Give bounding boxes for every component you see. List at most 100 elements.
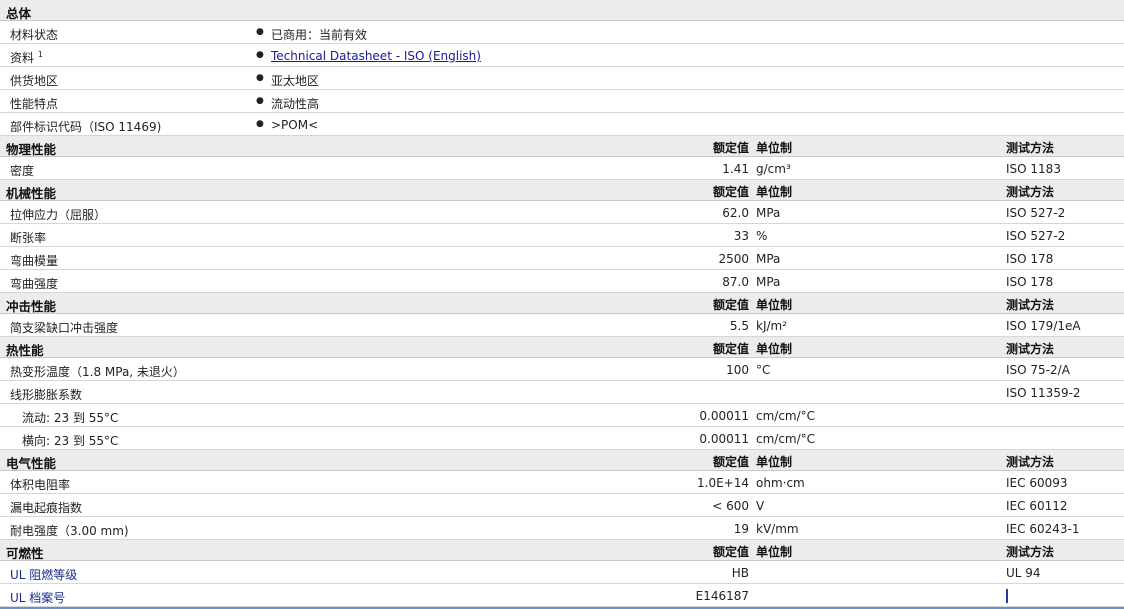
property-label: UL 档案号 bbox=[10, 591, 66, 605]
property-row: 拉伸应力（屈服） 62.0 MPa ISO 527-2 bbox=[0, 201, 1124, 224]
text-cursor bbox=[1006, 589, 1008, 603]
property-unit: °C bbox=[756, 363, 771, 377]
property-row: 漏电起痕指数 < 600 V IEC 60112 bbox=[0, 494, 1124, 517]
column-header-unit: 单位制 bbox=[756, 185, 793, 199]
property-value: HB bbox=[731, 566, 749, 580]
section-title: 机械性能 bbox=[6, 186, 57, 201]
datasheet: 总体 材料状态 ● 已商用：当前有效 资料 1 ● Technical Data… bbox=[0, 0, 1124, 609]
property-value: 流动性高 bbox=[271, 97, 320, 111]
property-unit: kJ/m² bbox=[756, 319, 788, 333]
footnote-marker: 1 bbox=[37, 50, 43, 59]
column-header-unit: 单位制 bbox=[756, 342, 793, 356]
property-value: E146187 bbox=[695, 589, 749, 603]
section-header-flammability: 可燃性 额定值 单位制 测试方法 bbox=[0, 540, 1124, 561]
column-header-value: 额定值 bbox=[712, 185, 749, 199]
property-value: 19 bbox=[733, 522, 749, 536]
property-test-method: ISO 178 bbox=[1006, 275, 1054, 289]
property-test-method: ISO 527-2 bbox=[1006, 229, 1066, 243]
property-row: UL 阻燃等级 HB UL 94 bbox=[0, 561, 1124, 584]
property-unit: cm/cm/°C bbox=[756, 432, 816, 446]
property-unit: MPa bbox=[756, 252, 781, 266]
column-header-value: 额定值 bbox=[712, 298, 749, 312]
property-row: 线形膨胀系数 ISO 11359-2 bbox=[0, 381, 1124, 404]
property-row: 断张率 33 % ISO 527-2 bbox=[0, 224, 1124, 247]
column-header-test: 测试方法 bbox=[1006, 545, 1055, 559]
property-label: 横向: 23 到 55°C bbox=[22, 434, 119, 448]
column-header-test: 测试方法 bbox=[1006, 342, 1055, 356]
property-label: 供货地区 bbox=[10, 74, 59, 88]
general-row-part-marking: 部件标识代码（ISO 11469) ● >POM< bbox=[0, 113, 1124, 136]
property-label: 线形膨胀系数 bbox=[10, 388, 83, 402]
property-value: 2500 bbox=[718, 252, 749, 266]
column-header-value: 额定值 bbox=[712, 342, 749, 356]
section-header-thermal: 热性能 额定值 单位制 测试方法 bbox=[0, 337, 1124, 358]
property-label: 密度 bbox=[10, 164, 35, 178]
property-unit: MPa bbox=[756, 206, 781, 220]
property-value: 62.0 bbox=[722, 206, 749, 220]
section-title: 冲击性能 bbox=[6, 299, 57, 314]
section-header-electrical: 电气性能 额定值 单位制 测试方法 bbox=[0, 450, 1124, 471]
property-test-method: IEC 60093 bbox=[1006, 476, 1068, 490]
bullet-icon: ● bbox=[256, 27, 264, 37]
property-label: 弯曲模量 bbox=[10, 254, 59, 268]
property-value: Technical Datasheet - ISO (English) bbox=[271, 49, 481, 63]
column-header-value: 额定值 bbox=[712, 545, 749, 559]
property-test-method: ISO 178 bbox=[1006, 252, 1054, 266]
bullet-icon: ● bbox=[256, 73, 264, 83]
property-label: 资料 1 bbox=[10, 50, 43, 66]
property-test-method: ISO 1183 bbox=[1006, 162, 1061, 176]
bullet-icon: ● bbox=[256, 50, 264, 60]
property-unit: ohm·cm bbox=[756, 476, 805, 490]
property-test-method: ISO 179/1eA bbox=[1006, 319, 1081, 333]
bullet-icon: ● bbox=[256, 96, 264, 106]
property-label: 简支梁缺口冲击强度 bbox=[10, 321, 119, 335]
property-label: 拉伸应力（屈服） bbox=[10, 208, 107, 222]
property-label: 漏电起痕指数 bbox=[10, 501, 83, 515]
property-row: 热变形温度（1.8 MPa, 未退火） 100 °C ISO 75-2/A bbox=[0, 358, 1124, 381]
property-value: < 600 bbox=[712, 499, 749, 513]
column-header-test: 测试方法 bbox=[1006, 141, 1055, 155]
property-label: 弯曲强度 bbox=[10, 277, 59, 291]
section-title: 热性能 bbox=[6, 343, 44, 358]
section-title: 可燃性 bbox=[6, 546, 44, 561]
property-row: 简支梁缺口冲击强度 5.5 kJ/m² ISO 179/1eA bbox=[0, 314, 1124, 337]
general-row-region: 供货地区 ● 亚太地区 bbox=[0, 67, 1124, 90]
property-label: 部件标识代码（ISO 11469) bbox=[10, 120, 162, 134]
property-value: 1.0E+14 bbox=[697, 476, 749, 490]
section-header-mechanical: 机械性能 额定值 单位制 测试方法 bbox=[0, 180, 1124, 201]
property-unit: % bbox=[756, 229, 768, 243]
section-header-general: 总体 bbox=[0, 0, 1124, 21]
property-test-method: ISO 11359-2 bbox=[1006, 386, 1081, 400]
property-test-method: IEC 60243-1 bbox=[1006, 522, 1080, 536]
datasheet-link[interactable]: Technical Datasheet - ISO (English) bbox=[271, 49, 481, 63]
property-value: 87.0 bbox=[722, 275, 749, 289]
property-label: UL 阻燃等级 bbox=[10, 568, 78, 582]
property-row: 弯曲模量 2500 MPa ISO 178 bbox=[0, 247, 1124, 270]
property-value: 5.5 bbox=[729, 319, 749, 333]
column-header-unit: 单位制 bbox=[756, 141, 793, 155]
property-unit: MPa bbox=[756, 275, 781, 289]
column-header-unit: 单位制 bbox=[756, 298, 793, 312]
section-header-physical: 物理性能 额定值 单位制 测试方法 bbox=[0, 136, 1124, 157]
property-value: 100 bbox=[726, 363, 749, 377]
property-unit: kV/mm bbox=[756, 522, 799, 536]
property-value: 已商用：当前有效 bbox=[271, 28, 368, 42]
property-test-method: ISO 527-2 bbox=[1006, 206, 1066, 220]
property-row: 体积电阻率 1.0E+14 ohm·cm IEC 60093 bbox=[0, 471, 1124, 494]
property-unit: g/cm³ bbox=[756, 162, 791, 176]
property-value: >POM< bbox=[271, 118, 319, 132]
property-value: 亚太地区 bbox=[271, 74, 320, 88]
property-unit: cm/cm/°C bbox=[756, 409, 816, 423]
section-title: 电气性能 bbox=[6, 456, 57, 471]
property-label: 热变形温度（1.8 MPa, 未退火） bbox=[10, 365, 185, 379]
general-row-documents: 资料 1 ● Technical Datasheet - ISO (Englis… bbox=[0, 44, 1124, 67]
column-header-test: 测试方法 bbox=[1006, 455, 1055, 469]
column-header-unit: 单位制 bbox=[756, 455, 793, 469]
property-value: 1.41 bbox=[722, 162, 749, 176]
column-header-unit: 单位制 bbox=[756, 545, 793, 559]
section-header-impact: 冲击性能 额定值 单位制 测试方法 bbox=[0, 293, 1124, 314]
property-row: 密度 1.41 g/cm³ ISO 1183 bbox=[0, 157, 1124, 180]
property-subrow: 横向: 23 到 55°C 0.00011 cm/cm/°C bbox=[0, 427, 1124, 450]
section-title: 物理性能 bbox=[6, 142, 57, 157]
property-value: 0.00011 bbox=[699, 409, 749, 423]
